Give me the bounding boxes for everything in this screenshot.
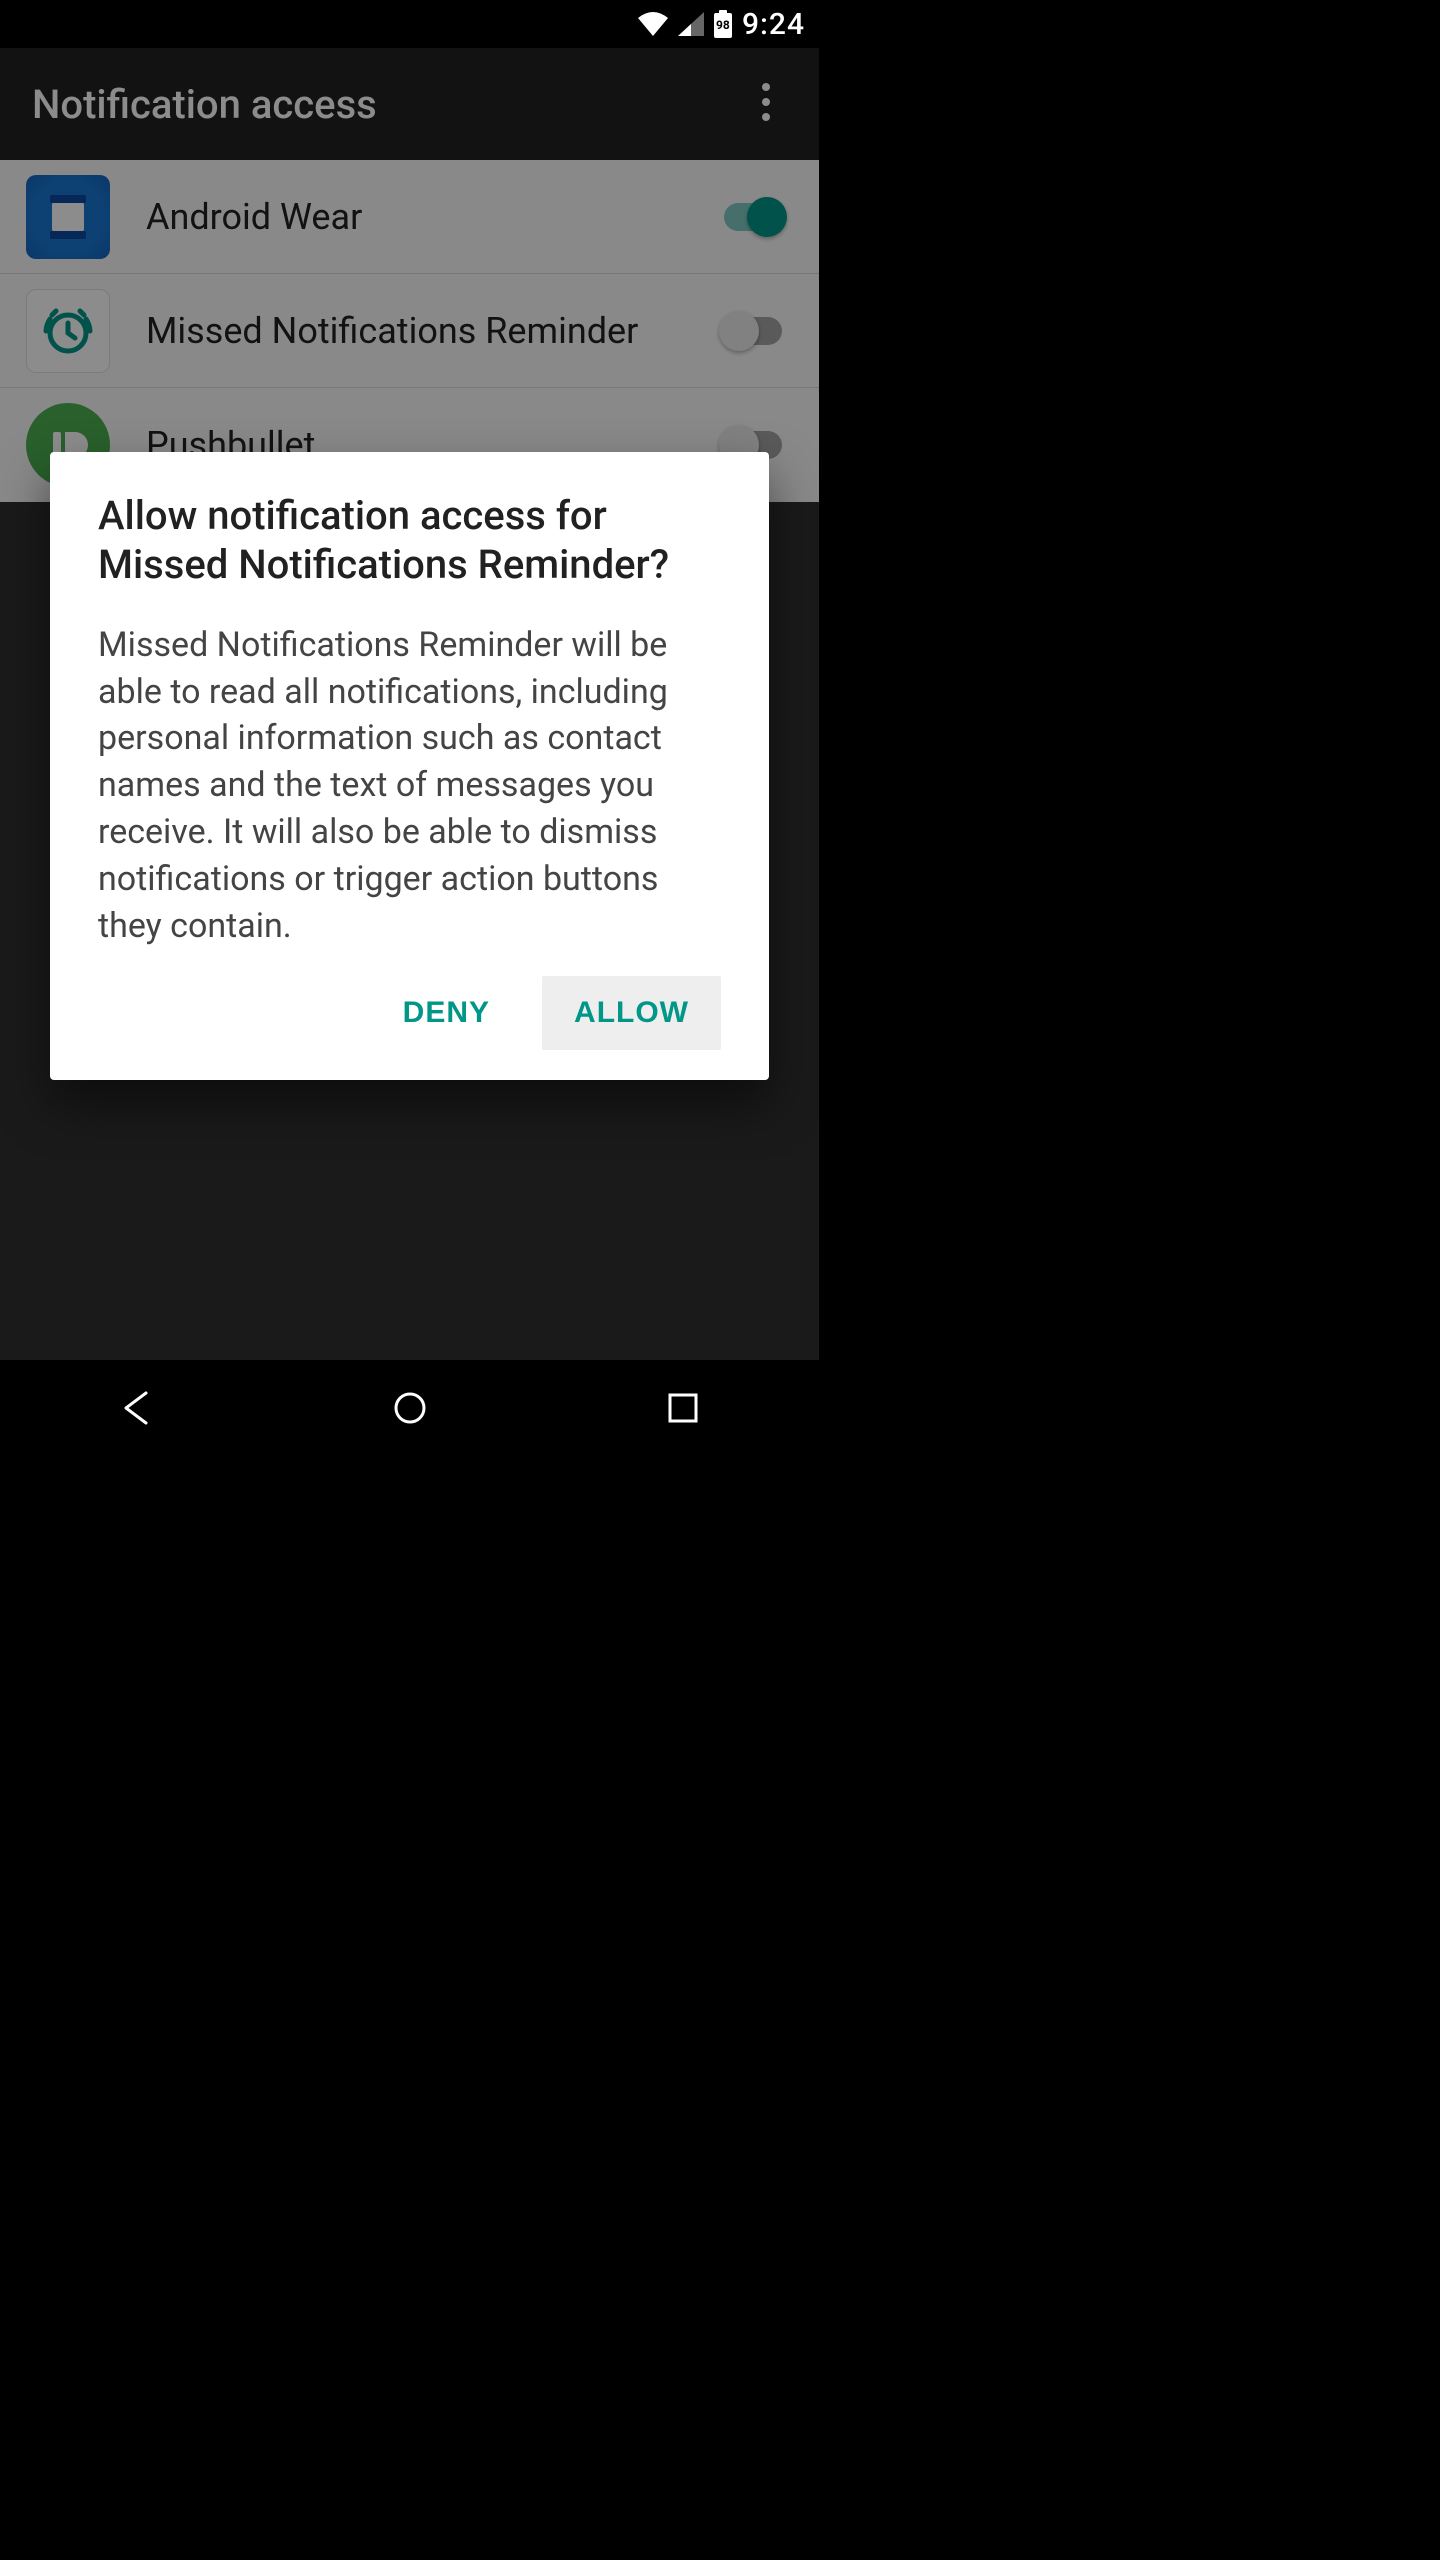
cell-signal-icon <box>678 12 704 36</box>
dialog-actions: DENY ALLOW <box>98 976 721 1050</box>
battery-percent: 98 <box>714 18 732 32</box>
nav-home-button[interactable] <box>380 1378 440 1438</box>
back-icon <box>118 1389 156 1427</box>
recents-icon <box>666 1391 700 1425</box>
status-clock: 9:24 <box>742 7 805 42</box>
dialog-body: Missed Notifications Reminder will be ab… <box>98 622 721 950</box>
deny-button[interactable]: DENY <box>371 976 522 1050</box>
wifi-icon <box>638 12 668 36</box>
modal-scrim: Notification access Android Wear <box>0 48 819 1360</box>
dialog-title: Allow notification access for Missed Not… <box>98 492 721 590</box>
nav-recents-button[interactable] <box>653 1378 713 1438</box>
status-bar: 98 9:24 <box>0 0 819 48</box>
battery-icon: 98 <box>714 10 732 38</box>
home-icon <box>391 1389 429 1427</box>
allow-button[interactable]: ALLOW <box>542 976 721 1050</box>
navigation-bar <box>0 1360 819 1456</box>
permission-dialog: Allow notification access for Missed Not… <box>50 452 769 1080</box>
nav-back-button[interactable] <box>107 1378 167 1438</box>
